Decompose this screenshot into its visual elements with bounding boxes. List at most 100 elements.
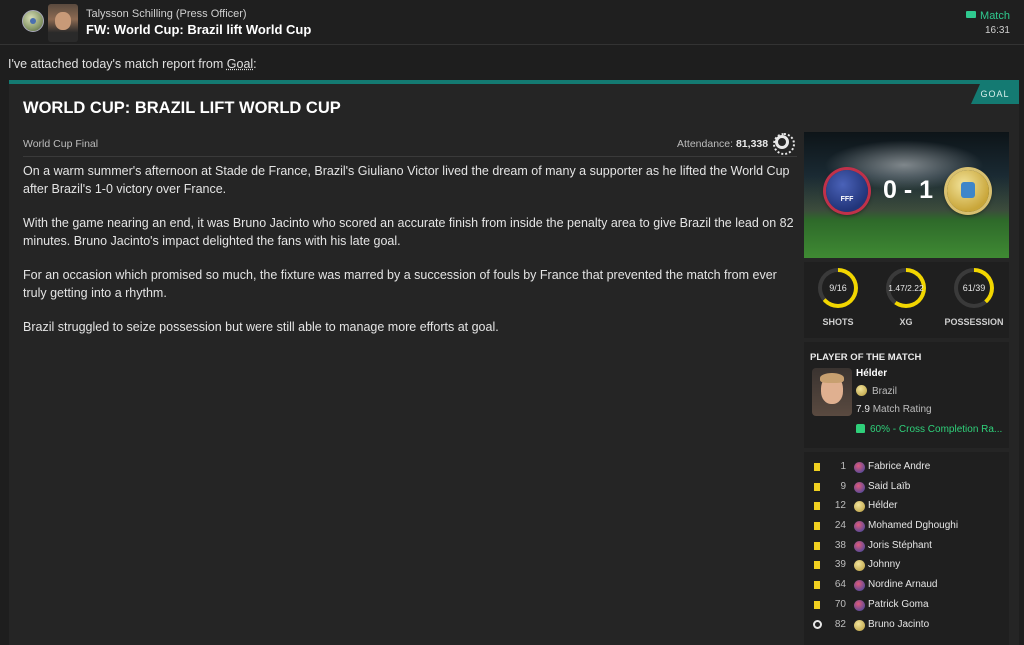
message-subject: FW: World Cup: Brazil lift World Cup: [86, 22, 312, 37]
stat-possession: 61/39 POSSESSION: [940, 262, 1008, 338]
goal-ball-icon: [813, 619, 822, 629]
sender-avatar[interactable]: [48, 4, 78, 42]
france-crest-icon: [826, 170, 868, 212]
thumbs-up-icon: [856, 424, 865, 433]
event-player[interactable]: Mohamed Dghoughi: [868, 520, 958, 531]
event-player[interactable]: Nordine Arnaud: [868, 579, 938, 590]
yellow-card-icon: [814, 561, 820, 570]
france-flag-icon: [854, 599, 865, 611]
stat-ring: 1.47/2.22: [886, 268, 926, 308]
event-row: 24 Mohamed Dghoughi: [804, 517, 1009, 537]
brazil-flag-icon: [854, 619, 865, 631]
yellow-card-icon: [814, 541, 820, 550]
event-player[interactable]: Said Laïb: [868, 481, 910, 492]
potm-player-name[interactable]: Hélder: [856, 368, 887, 379]
match-stats: 9/16 SHOTS 1.47/2.22 XG 61/39 POSSESSION: [804, 262, 1009, 338]
sender-line: Talysson Schilling (Press Officer): [86, 8, 247, 20]
report-title: WORLD CUP: BRAZIL LIFT WORLD CUP: [23, 99, 341, 117]
intro-suffix: :: [253, 57, 257, 71]
attendance: Attendance: 81,338: [677, 138, 768, 150]
stat-label: SHOTS: [822, 317, 854, 327]
potm-nation-name[interactable]: Brazil: [872, 386, 897, 397]
stat-ring: 61/39: [954, 268, 994, 308]
intro-source-link[interactable]: Goal: [227, 57, 253, 71]
yellow-card-icon: [814, 482, 820, 491]
stat-xg: 1.47/2.22 XG: [872, 262, 940, 338]
competition-name[interactable]: World Cup Final: [23, 138, 98, 150]
event-row: 64 Nordine Arnaud: [804, 576, 1009, 596]
event-minute: 64: [834, 579, 846, 591]
stat-value: 9/16: [822, 272, 854, 304]
scoreboard[interactable]: 0 - 1: [804, 132, 1009, 258]
france-flag-icon: [854, 580, 865, 592]
event-minute: 1: [840, 461, 846, 472]
brazil-crest-icon: [947, 170, 989, 212]
event-player[interactable]: Hélder: [868, 500, 897, 511]
settings-gear-icon[interactable]: [773, 133, 795, 155]
article-paragraph: With the game nearing an end, it was Bru…: [23, 216, 794, 248]
event-minute: 12: [834, 500, 846, 512]
rating-value: 7.9: [856, 404, 870, 415]
message-intro: I've attached today's match report from …: [8, 57, 257, 71]
event-player[interactable]: Johnny: [868, 559, 900, 570]
intro-text: I've attached today's match report from: [8, 57, 227, 71]
article-paragraph: Brazil struggled to seize possession but…: [23, 320, 499, 334]
event-minute: 82: [834, 618, 846, 630]
player-avatar[interactable]: [812, 368, 852, 416]
event-row: 70 Patrick Goma: [804, 596, 1009, 616]
message-tag[interactable]: Match: [966, 10, 1010, 22]
event-player[interactable]: Bruno Jacinto: [868, 619, 929, 630]
sender-role: (Press Officer): [175, 8, 247, 20]
france-flag-icon: [854, 462, 865, 473]
yellow-card-icon: [814, 600, 820, 609]
match-events-list: 1 Fabrice Andre 9 Said Laïb 12 Hélder 24 Mohame…: [804, 452, 1009, 645]
yellow-card-icon: [814, 522, 820, 531]
event-row: 39 Johnny: [804, 556, 1009, 576]
highlight-text: 60% - Cross Completion Ra...: [870, 424, 1003, 435]
event-minute: 38: [834, 539, 846, 551]
event-row: 82 Bruno Jacinto: [804, 616, 1009, 636]
event-minute: 9: [840, 480, 846, 492]
event-minute: 70: [834, 598, 846, 610]
france-flag-icon: [854, 481, 865, 493]
brazil-flag-icon: [856, 385, 867, 396]
player-of-the-match: PLAYER OF THE MATCH Hélder Brazil 7.9 Ma…: [804, 342, 1009, 448]
event-minute: 24: [834, 520, 846, 532]
body-divider: [23, 156, 797, 157]
event-row: 38 Joris Stéphant: [804, 537, 1009, 557]
yellow-card-icon: [814, 581, 820, 590]
event-minute: 39: [834, 559, 846, 571]
event-player[interactable]: Patrick Goma: [868, 599, 929, 610]
potm-highlight: 60% - Cross Completion Ra...: [856, 424, 1006, 435]
club-crest-icon: [22, 10, 44, 32]
stat-value: 61/39: [958, 272, 990, 304]
report-article: On a warm summer's afternoon at Stade de…: [23, 162, 797, 352]
event-player[interactable]: Fabrice Andre: [868, 461, 930, 472]
stat-label: XG: [899, 317, 913, 327]
match-report-card: GOAL WORLD CUP: BRAZIL LIFT WORLD CUP Wo…: [9, 80, 1019, 645]
sender-name[interactable]: Talysson Schilling: [86, 8, 173, 20]
brazil-flag-icon: [854, 560, 865, 572]
brazil-flag-icon: [854, 501, 865, 513]
tag-icon: [966, 11, 977, 18]
attendance-label: Attendance:: [677, 138, 734, 150]
article-paragraph: On a warm summer's afternoon at Stade de…: [23, 164, 790, 196]
france-flag-icon: [854, 540, 865, 552]
stat-value: 1.47/2.22: [888, 272, 924, 304]
potm-nation: Brazil: [856, 385, 897, 397]
source-badge: GOAL: [971, 84, 1019, 104]
event-player[interactable]: Joris Stéphant: [868, 540, 932, 551]
potm-title: PLAYER OF THE MATCH: [810, 352, 922, 363]
rating-label: Match Rating: [872, 404, 932, 415]
header-divider: [0, 44, 1024, 45]
stat-label: POSSESSION: [944, 317, 1004, 327]
final-score: 0 - 1: [882, 176, 934, 204]
stat-shots: 9/16 SHOTS: [804, 262, 872, 338]
potm-rating: 7.9 Match Rating: [856, 404, 932, 415]
event-row: 1 Fabrice Andre: [804, 458, 1009, 478]
event-row: 12 Hélder: [804, 497, 1009, 517]
article-paragraph: For an occasion which promised so much, …: [23, 268, 777, 300]
stat-ring: 9/16: [818, 268, 858, 308]
tag-label: Match: [980, 10, 1010, 22]
message-time: 16:31: [984, 25, 1010, 36]
